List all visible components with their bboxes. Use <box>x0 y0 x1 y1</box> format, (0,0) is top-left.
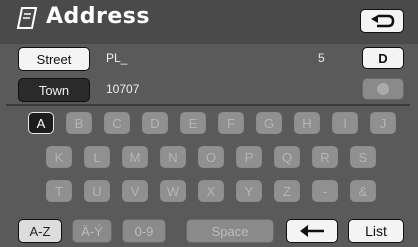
key-w[interactable]: W <box>160 180 186 202</box>
key-m[interactable]: M <box>122 146 148 168</box>
key-ampersand[interactable]: & <box>350 180 376 202</box>
town-row: Town 10707 <box>0 76 418 104</box>
key-y[interactable]: Y <box>236 180 262 202</box>
key-d[interactable]: D <box>142 112 168 134</box>
street-input[interactable]: PL_ <box>106 51 127 65</box>
key-x[interactable]: X <box>198 180 224 202</box>
digits-button[interactable]: 0-9 <box>122 219 166 243</box>
key-h[interactable]: H <box>294 112 320 134</box>
key-s[interactable]: S <box>350 146 376 168</box>
key-n[interactable]: N <box>160 146 186 168</box>
key-a[interactable]: A <box>28 112 54 134</box>
key-p[interactable]: P <box>236 146 262 168</box>
street-row: Street PL_ 5 <box>0 45 418 73</box>
address-book-icon <box>16 7 38 29</box>
town-value[interactable]: 10707 <box>106 82 139 96</box>
address-entry-screen: Address Street PL_ 5 D Town 10707 A B C … <box>0 0 418 247</box>
key-f[interactable]: F <box>218 112 244 134</box>
list-button[interactable]: List <box>348 219 404 243</box>
town-button[interactable]: Town <box>18 78 90 102</box>
key-c[interactable]: C <box>104 112 130 134</box>
back-button[interactable] <box>360 9 404 33</box>
key-g[interactable]: G <box>256 112 282 134</box>
key-j[interactable]: J <box>370 112 396 134</box>
circle-button[interactable] <box>362 78 404 100</box>
d-button[interactable]: D <box>362 47 404 69</box>
key-k[interactable]: K <box>46 146 72 168</box>
key-hyphen[interactable]: - <box>312 180 338 202</box>
key-z[interactable]: Z <box>274 180 300 202</box>
key-r[interactable]: R <box>312 146 338 168</box>
key-e[interactable]: E <box>180 112 206 134</box>
street-button[interactable]: Street <box>18 47 90 71</box>
key-b[interactable]: B <box>66 112 92 134</box>
key-u[interactable]: U <box>84 180 110 202</box>
space-button[interactable]: Space <box>186 219 274 243</box>
az-mode-button[interactable]: A-Z <box>18 219 62 243</box>
backspace-button[interactable] <box>286 219 338 243</box>
left-arrow-icon <box>300 225 324 237</box>
header-bar: Address <box>0 0 418 44</box>
divider <box>6 104 410 106</box>
page-title: Address <box>46 4 150 29</box>
key-o[interactable]: O <box>198 146 224 168</box>
key-i[interactable]: I <box>332 112 358 134</box>
accented-letters-button[interactable]: Ä-Ý <box>72 219 112 243</box>
key-q[interactable]: Q <box>274 146 300 168</box>
street-result-count: 5 <box>318 51 325 65</box>
key-l[interactable]: L <box>84 146 110 168</box>
u-turn-back-icon <box>371 14 395 28</box>
circle-icon <box>377 83 389 95</box>
key-v[interactable]: V <box>122 180 148 202</box>
key-t[interactable]: T <box>46 180 72 202</box>
keyboard: A B C D E F G H I J K L M N O P Q R S T … <box>0 108 418 218</box>
